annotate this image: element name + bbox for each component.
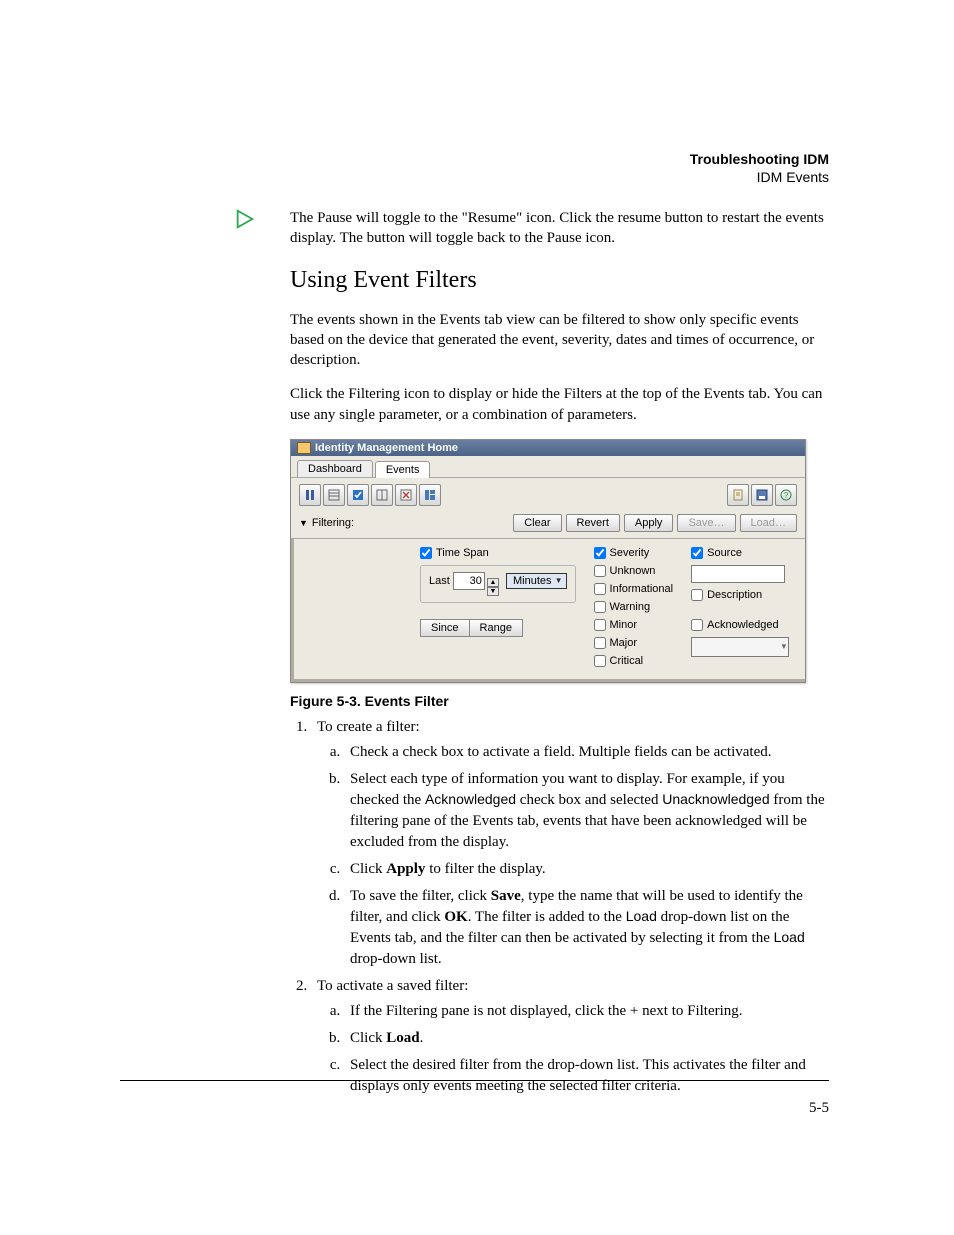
since-button[interactable]: Since xyxy=(420,619,469,637)
timespan-column: Time Span Last ▲ ▼ Minutes Since Range xyxy=(420,547,576,667)
source-checkbox[interactable]: Source xyxy=(691,547,789,559)
list-item: Click Apply to filter the display. xyxy=(344,859,829,880)
intro-paragraph: The Pause will toggle to the "Resume" ic… xyxy=(290,208,829,249)
window-title: Identity Management Home xyxy=(315,442,458,454)
range-button[interactable]: Range xyxy=(469,619,523,637)
folder-icon xyxy=(297,442,311,454)
resume-icon xyxy=(234,208,256,230)
sub-list: Check a check box to activate a field. M… xyxy=(317,742,829,970)
timespan-fieldset: Last ▲ ▼ Minutes xyxy=(420,565,576,603)
severity-minor[interactable]: Minor xyxy=(594,619,674,631)
tab-events[interactable]: Events xyxy=(375,461,431,478)
svg-text:?: ? xyxy=(784,491,789,500)
timespan-checkbox[interactable]: Time Span xyxy=(420,547,576,559)
export-icon[interactable] xyxy=(727,484,749,506)
source-input[interactable] xyxy=(691,565,785,583)
document-page: Troubleshooting IDM IDM Events The Pause… xyxy=(0,0,954,1235)
spinner-down-icon[interactable]: ▼ xyxy=(487,587,499,596)
severity-checkbox[interactable]: Severity xyxy=(594,547,674,559)
source-column: Source Description Acknowledged ▾ xyxy=(691,547,789,667)
help-icon[interactable]: ? xyxy=(775,484,797,506)
list-item: Select each type of information you want… xyxy=(344,769,829,853)
save-filter-button[interactable]: Save… xyxy=(677,514,735,532)
list-item: Select the desired filter from the drop-… xyxy=(344,1055,829,1097)
severity-critical[interactable]: Critical xyxy=(594,655,674,667)
figure-caption: Figure 5-3. Events Filter xyxy=(290,693,829,709)
toolbar-left xyxy=(299,484,441,506)
acknowledged-select[interactable]: ▾ xyxy=(691,637,789,657)
severity-unknown[interactable]: Unknown xyxy=(594,565,674,577)
page-number: 5-5 xyxy=(809,1100,829,1117)
window-titlebar: Identity Management Home xyxy=(291,440,805,456)
filtering-label[interactable]: ▼ Filtering: xyxy=(299,517,354,529)
clear-button[interactable]: Clear xyxy=(513,514,561,532)
table-icon[interactable] xyxy=(371,484,393,506)
collapse-triangle-icon[interactable]: ▼ xyxy=(299,518,308,528)
figure-events-filter: Identity Management Home Dashboard Event… xyxy=(290,439,806,683)
list-item: Click Load. xyxy=(344,1028,829,1049)
severity-major[interactable]: Major xyxy=(594,637,674,649)
last-label: Last xyxy=(429,575,450,587)
delete-icon[interactable] xyxy=(395,484,417,506)
revert-button[interactable]: Revert xyxy=(566,514,620,532)
filter-control-row: ▼ Filtering: Clear Revert Apply Save… Lo… xyxy=(291,512,805,539)
list-item: If the Filtering pane is not displayed, … xyxy=(344,1001,829,1022)
severity-checkbox-input[interactable] xyxy=(594,547,606,559)
layout-icon[interactable] xyxy=(419,484,441,506)
timespan-value-input[interactable] xyxy=(453,572,485,590)
toolbar-right: ? xyxy=(727,484,797,506)
acknowledged-checkbox[interactable]: Acknowledged xyxy=(691,619,789,631)
header-subtitle: IDM Events xyxy=(690,168,829,186)
procedure-list: To create a filter: Check a check box to… xyxy=(290,717,829,1097)
load-filter-button[interactable]: Load… xyxy=(740,514,797,532)
grid-icon[interactable] xyxy=(323,484,345,506)
save-icon[interactable] xyxy=(751,484,773,506)
list-item: To create a filter: Check a check box to… xyxy=(311,717,829,970)
header-title: Troubleshooting IDM xyxy=(690,150,829,168)
check-icon[interactable] xyxy=(347,484,369,506)
tab-dashboard[interactable]: Dashboard xyxy=(297,460,373,477)
source-checkbox-input[interactable] xyxy=(691,547,703,559)
toolbar: ? xyxy=(291,478,805,512)
severity-column: Severity Unknown Informational Warning M… xyxy=(594,547,674,667)
list-item: To save the filter, click Save, type the… xyxy=(344,886,829,970)
list-item: Check a check box to activate a field. M… xyxy=(344,742,829,763)
description-checkbox[interactable]: Description xyxy=(691,589,789,601)
sub-list: If the Filtering pane is not displayed, … xyxy=(317,1001,829,1097)
tab-strip: Dashboard Events xyxy=(291,456,805,478)
apply-button[interactable]: Apply xyxy=(624,514,674,532)
body-column: The Pause will toggle to the "Resume" ic… xyxy=(290,208,829,1103)
severity-informational[interactable]: Informational xyxy=(594,583,674,595)
pause-icon[interactable] xyxy=(299,484,321,506)
running-header: Troubleshooting IDM IDM Events xyxy=(690,150,829,186)
severity-warning[interactable]: Warning xyxy=(594,601,674,613)
timespan-spinner[interactable]: ▲ ▼ xyxy=(487,578,499,596)
filter-body: Time Span Last ▲ ▼ Minutes Since Range xyxy=(291,539,805,682)
timespan-unit-select[interactable]: Minutes xyxy=(506,573,567,589)
paragraph: Click the Filtering icon to display or h… xyxy=(290,384,829,425)
paragraph: The events shown in the Events tab view … xyxy=(290,310,829,371)
footer-rule xyxy=(120,1080,829,1081)
list-item: To activate a saved filter: If the Filte… xyxy=(311,976,829,1097)
timespan-checkbox-input[interactable] xyxy=(420,547,432,559)
section-heading: Using Event Filters xyxy=(290,267,829,294)
spinner-up-icon[interactable]: ▲ xyxy=(487,578,499,587)
